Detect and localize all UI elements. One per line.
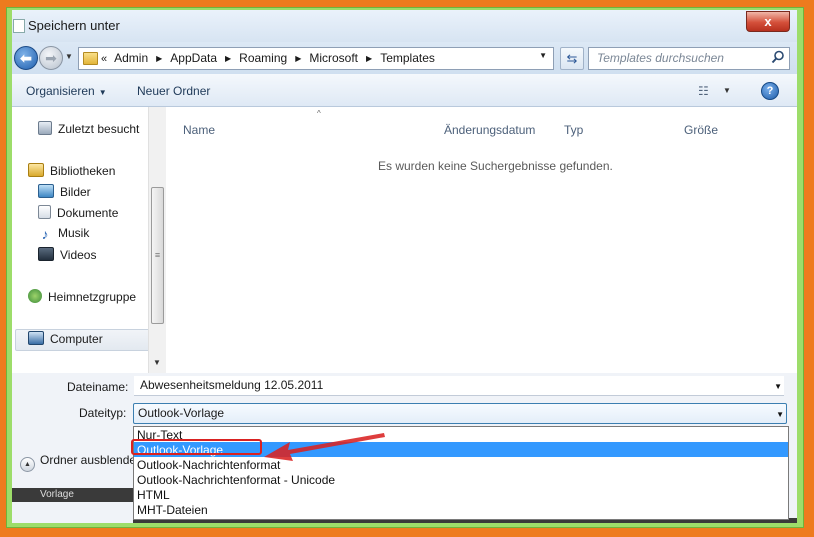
breadcrumb-admin[interactable]: Admin bbox=[114, 51, 148, 65]
new-folder-button[interactable]: Neuer Ordner bbox=[137, 84, 210, 98]
libraries-icon bbox=[28, 163, 44, 177]
filetype-option[interactable]: MHT-Dateien bbox=[134, 502, 788, 517]
title-bar: Speichern unter x bbox=[12, 10, 797, 42]
nav-item-recent[interactable]: Zuletzt besucht bbox=[38, 121, 139, 136]
address-dropdown-icon[interactable]: ▼ bbox=[539, 51, 547, 60]
filetype-select[interactable]: Outlook-Vorlage ▼ bbox=[133, 403, 787, 424]
chevron-down-icon: ▼ bbox=[98, 88, 107, 97]
scroll-down-icon[interactable]: ▼ bbox=[153, 358, 161, 367]
chevron-right-icon[interactable]: ▶ bbox=[156, 54, 162, 63]
nav-item-music[interactable]: ♪ Musik bbox=[38, 226, 90, 242]
option-label: MHT-Dateien bbox=[137, 503, 208, 517]
address-field[interactable]: « Admin ▶ AppData ▶ Roaming ▶ Microsoft ▶ Templat… bbox=[78, 47, 554, 70]
chevron-right-icon[interactable]: ▶ bbox=[225, 54, 231, 63]
nav-item-label: Bilder bbox=[60, 185, 91, 199]
status-text: Vorlage bbox=[40, 489, 74, 500]
sort-ascending-icon: ^ bbox=[317, 109, 321, 118]
refresh-button[interactable]: ⇆ bbox=[560, 47, 584, 70]
filename-label: Dateiname: bbox=[67, 380, 129, 394]
option-label: Outlook-Nachrichtenformat - Unicode bbox=[137, 473, 336, 487]
breadcrumb-microsoft[interactable]: Microsoft bbox=[309, 51, 358, 65]
window-title: Speichern unter bbox=[28, 18, 120, 33]
nav-item-pictures[interactable]: Bilder bbox=[38, 184, 91, 199]
pictures-icon bbox=[38, 184, 54, 198]
video-icon bbox=[38, 247, 54, 261]
nav-item-label: Bibliotheken bbox=[50, 164, 116, 178]
computer-icon bbox=[28, 331, 44, 345]
folder-icon bbox=[83, 52, 98, 65]
nav-item-label: Dokumente bbox=[57, 206, 119, 220]
nav-item-documents[interactable]: Dokumente bbox=[38, 205, 118, 220]
help-icon[interactable]: ? bbox=[761, 82, 779, 100]
history-dropdown-icon[interactable]: ▼ bbox=[65, 52, 73, 61]
filetype-value: Outlook-Vorlage bbox=[138, 406, 225, 420]
music-note-icon: ♪ bbox=[41, 226, 49, 242]
save-as-dialog: Speichern unter x ⬅ ➡ ▼ « Admin ▶ AppData ▶ R… bbox=[12, 10, 797, 523]
nav-item-homegroup[interactable]: Heimnetzgruppe bbox=[28, 289, 136, 304]
file-list: ^ Name Änderungsdatum Typ Größe Es wurde… bbox=[166, 107, 797, 373]
status-strip: Vorlage bbox=[12, 488, 133, 502]
chevron-down-icon[interactable]: ▼ bbox=[776, 410, 784, 419]
filename-value: Abwesenheitsmeldung 12.05.2011 bbox=[140, 378, 324, 392]
filetype-option[interactable]: Outlook-Nachrichtenformat bbox=[134, 457, 788, 472]
forward-button[interactable]: ➡ bbox=[39, 46, 63, 70]
option-label: Outlook-Nachrichtenformat bbox=[137, 458, 281, 472]
command-toolbar: Organisieren ▼ Neuer Ordner ☷ ▼ ? bbox=[12, 74, 797, 107]
hide-folders-button[interactable]: ▲ Ordner ausblende bbox=[20, 453, 136, 472]
address-bar-row: ⬅ ➡ ▼ « Admin ▶ AppData ▶ Roaming ▶ Microsoft ▶ T… bbox=[12, 42, 797, 74]
collapse-up-icon: ▲ bbox=[20, 457, 35, 472]
search-placeholder: Templates durchsuchen bbox=[597, 51, 724, 65]
documents-icon bbox=[38, 205, 51, 219]
option-label: HTML bbox=[137, 488, 170, 502]
close-button[interactable]: x bbox=[746, 11, 790, 32]
organize-label: Organisieren bbox=[26, 84, 95, 98]
search-input[interactable]: Templates durchsuchen bbox=[588, 47, 790, 70]
breadcrumb-roaming[interactable]: Roaming bbox=[239, 51, 287, 65]
filename-field[interactable]: Abwesenheitsmeldung 12.05.2011 ▼ bbox=[134, 376, 784, 396]
nav-item-videos[interactable]: Videos bbox=[38, 247, 96, 262]
filetype-option[interactable]: Outlook-Nachrichtenformat - Unicode bbox=[134, 472, 788, 487]
homegroup-icon bbox=[28, 289, 42, 303]
column-header-type[interactable]: Typ bbox=[564, 123, 583, 137]
chevron-right-icon[interactable]: ▶ bbox=[366, 54, 372, 63]
navigation-pane: Zuletzt besucht Bibliotheken Bilder Doku… bbox=[12, 107, 150, 373]
filetype-option[interactable]: HTML bbox=[134, 487, 788, 502]
hide-folders-label: Ordner ausblende bbox=[40, 453, 137, 467]
search-icon[interactable] bbox=[771, 50, 785, 64]
breadcrumb: « Admin ▶ AppData ▶ Roaming ▶ Microsoft ▶ Templat… bbox=[101, 51, 435, 65]
view-dropdown-icon[interactable]: ▼ bbox=[723, 86, 731, 95]
annotation-highlight-box bbox=[131, 439, 262, 455]
filetype-label: Dateityp: bbox=[79, 406, 127, 420]
column-header-name[interactable]: Name bbox=[183, 123, 215, 137]
annotation-arrow-icon bbox=[264, 433, 385, 461]
nav-scrollbar[interactable]: ≡ ▼ bbox=[148, 107, 166, 373]
nav-item-computer[interactable]: Computer bbox=[28, 331, 103, 346]
breadcrumb-appdata[interactable]: AppData bbox=[170, 51, 217, 65]
recent-places-icon bbox=[38, 121, 52, 135]
nav-item-label: Heimnetzgruppe bbox=[48, 290, 137, 304]
nav-item-libraries[interactable]: Bibliotheken bbox=[28, 163, 115, 178]
column-header-size[interactable]: Größe bbox=[684, 123, 718, 137]
back-button[interactable]: ⬅ bbox=[14, 46, 38, 70]
nav-item-label: Computer bbox=[50, 332, 103, 346]
nav-item-label: Zuletzt besucht bbox=[58, 122, 140, 136]
nav-item-label: Musik bbox=[58, 226, 90, 240]
scrollbar-thumb[interactable]: ≡ bbox=[151, 187, 164, 324]
document-icon bbox=[13, 19, 25, 33]
column-header-date[interactable]: Änderungsdatum bbox=[444, 123, 535, 137]
view-options-icon[interactable]: ☷ bbox=[698, 84, 709, 98]
breadcrumb-overflow[interactable]: « bbox=[101, 53, 107, 65]
chevron-right-icon[interactable]: ▶ bbox=[295, 54, 301, 63]
nav-item-label: Videos bbox=[60, 248, 97, 262]
breadcrumb-templates[interactable]: Templates bbox=[380, 51, 435, 65]
empty-results-message: Es wurden keine Suchergebnisse gefunden. bbox=[378, 159, 613, 173]
chevron-down-icon[interactable]: ▼ bbox=[774, 382, 782, 391]
organize-button[interactable]: Organisieren ▼ bbox=[26, 84, 107, 98]
